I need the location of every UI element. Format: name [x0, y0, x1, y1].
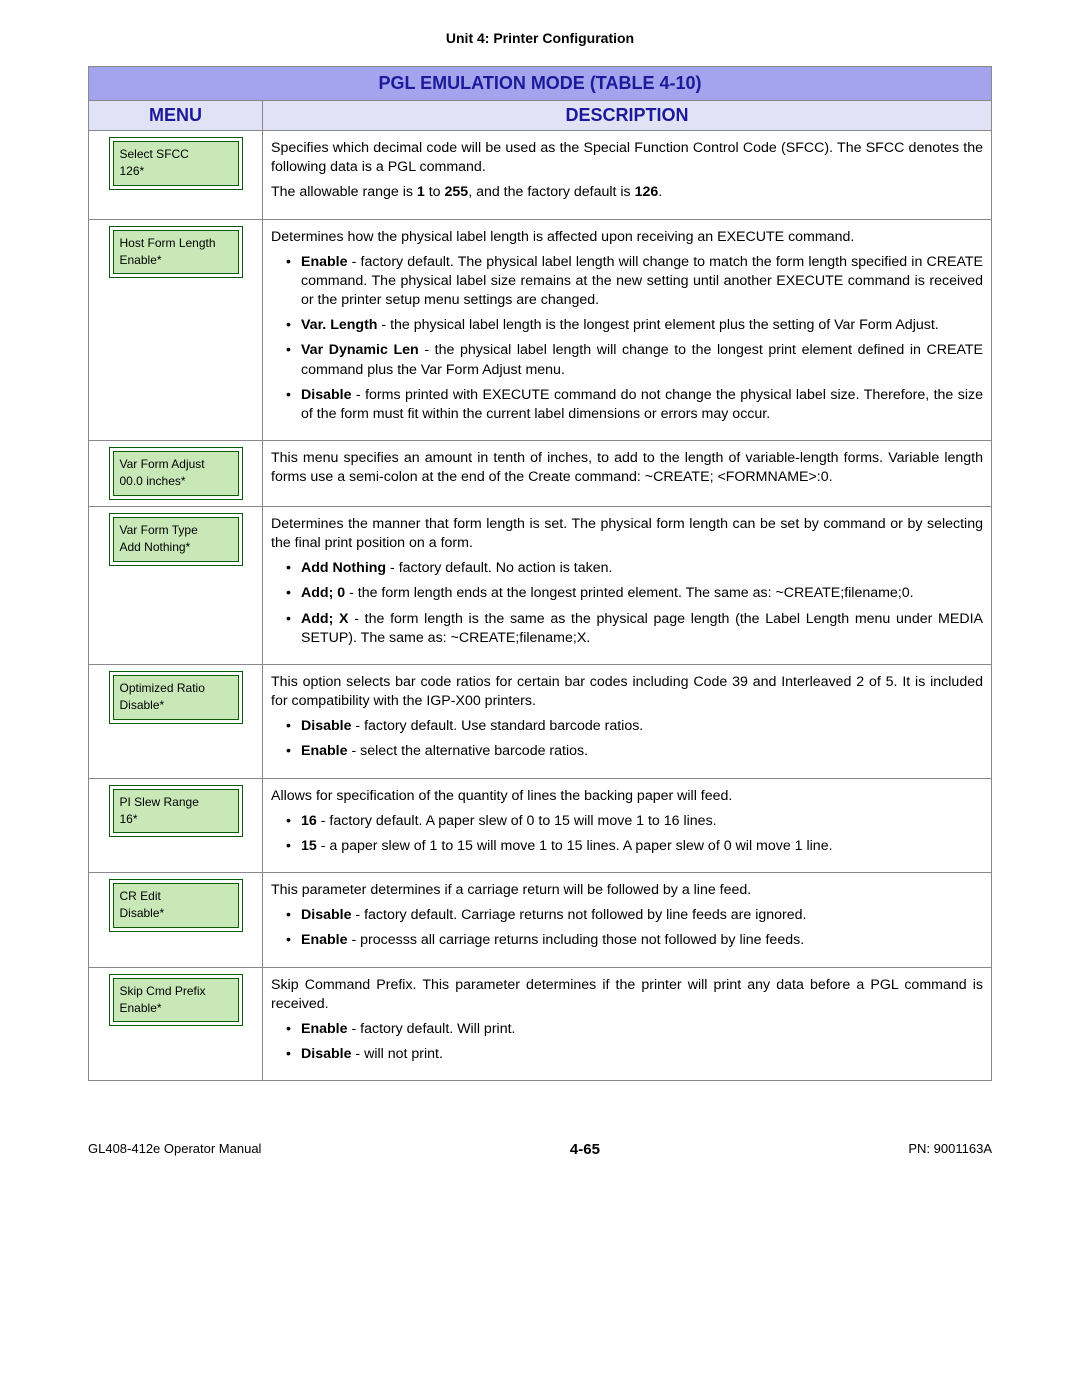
desc-bullet: 15 - a paper slew of 1 to 15 will move 1… [301, 837, 983, 856]
menu-item-value: Disable* [120, 905, 232, 922]
page-header: Unit 4: Printer Configuration [88, 30, 992, 46]
menu-item-name: Optimized Ratio [120, 680, 232, 697]
desc-bullet: Enable - processs all carriage returns i… [301, 931, 983, 950]
menu-item-value: Enable* [120, 1000, 232, 1017]
desc-bullets: 16 - factory default. A paper slew of 0 … [271, 812, 983, 856]
desc-bullet: Enable - select the alternative barcode … [301, 742, 983, 761]
menu-cell: Skip Cmd PrefixEnable* [89, 967, 263, 1081]
menu-box: CR EditDisable* [109, 879, 243, 932]
desc-bullet: Add; X - the form length is the same as … [301, 610, 983, 648]
menu-item-value: 16* [120, 811, 232, 828]
menu-item-value: Enable* [120, 252, 232, 269]
desc-bullets: Add Nothing - factory default. No action… [271, 559, 983, 648]
menu-item-name: PI Slew Range [120, 794, 232, 811]
desc-bullet: Add Nothing - factory default. No action… [301, 559, 983, 578]
desc-bullets: Enable - factory default. Will print. Dis… [271, 1020, 983, 1064]
desc-bullet: 16 - factory default. A paper slew of 0 … [301, 812, 983, 831]
desc-bullet: Disable - factory default. Use standard … [301, 717, 983, 736]
desc-bullets: Disable - factory default. Carriage retu… [271, 906, 983, 950]
table-title: PGL EMULATION MODE (TABLE 4-10) [89, 67, 992, 101]
menu-box-inner: PI Slew Range16* [113, 789, 239, 834]
config-table: PGL EMULATION MODE (TABLE 4-10) MENU DES… [88, 66, 992, 1081]
menu-cell: Host Form LengthEnable* [89, 219, 263, 441]
desc-bullet: Var. Length - the physical label length … [301, 316, 983, 335]
desc-bullet: Disable - forms printed with EXECUTE com… [301, 386, 983, 424]
menu-item-name: Skip Cmd Prefix [120, 983, 232, 1000]
footer-center: 4-65 [570, 1141, 600, 1158]
desc-cell: This parameter determines if a carriage … [263, 873, 992, 968]
desc-intro: This parameter determines if a carriage … [271, 881, 983, 900]
menu-box-inner: Select SFCC126* [113, 141, 239, 186]
menu-item-name: CR Edit [120, 888, 232, 905]
menu-box: Var Form TypeAdd Nothing* [109, 513, 243, 566]
menu-box: Optimized RatioDisable* [109, 671, 243, 724]
menu-box: Select SFCC126* [109, 137, 243, 190]
menu-item-name: Host Form Length [120, 235, 232, 252]
menu-box: Host Form LengthEnable* [109, 226, 243, 279]
menu-box-inner: Skip Cmd PrefixEnable* [113, 978, 239, 1023]
menu-box-inner: Var Form TypeAdd Nothing* [113, 517, 239, 562]
desc-bullet: Disable - will not print. [301, 1045, 983, 1064]
footer-right: PN: 9001163A [908, 1141, 992, 1158]
menu-item-value: 00.0 inches* [120, 473, 232, 490]
menu-box: Skip Cmd PrefixEnable* [109, 974, 243, 1027]
menu-box-inner: Var Form Adjust00.0 inches* [113, 451, 239, 496]
menu-cell: Var Form Adjust00.0 inches* [89, 441, 263, 507]
col-menu-header: MENU [89, 101, 263, 131]
desc-bullet: Enable - factory default. The physical l… [301, 253, 983, 311]
menu-item-name: Var Form Type [120, 522, 232, 539]
desc-bullet: Enable - factory default. Will print. [301, 1020, 983, 1039]
desc-intro: Determines how the physical label length… [271, 228, 983, 247]
menu-item-value: Disable* [120, 697, 232, 714]
menu-cell: Var Form TypeAdd Nothing* [89, 506, 263, 664]
desc-bullet: Disable - factory default. Carriage retu… [301, 906, 983, 925]
menu-box-inner: Host Form LengthEnable* [113, 230, 239, 275]
desc-bullet: Var Dynamic Len - the physical label len… [301, 341, 983, 379]
desc-intro: This menu specifies an amount in tenth o… [271, 449, 983, 487]
desc-cell: This menu specifies an amount in tenth o… [263, 441, 992, 507]
desc-bullets: Disable - factory default. Use standard … [271, 717, 983, 761]
desc-intro: Determines the manner that form length i… [271, 515, 983, 553]
menu-box: PI Slew Range16* [109, 785, 243, 838]
desc-cell: Skip Command Prefix. This parameter dete… [263, 967, 992, 1081]
desc-cell: Specifies which decimal code will be use… [263, 131, 992, 220]
desc-intro: Specifies which decimal code will be use… [271, 139, 983, 177]
menu-cell: CR EditDisable* [89, 873, 263, 968]
desc-cell: Determines the manner that form length i… [263, 506, 992, 664]
desc-extra: The allowable range is 1 to 255, and the… [271, 183, 983, 202]
menu-cell: Select SFCC126* [89, 131, 263, 220]
desc-intro: This option selects bar code ratios for … [271, 673, 983, 711]
col-desc-header: DESCRIPTION [263, 101, 992, 131]
desc-intro: Skip Command Prefix. This parameter dete… [271, 976, 983, 1014]
desc-bullet: Add; 0 - the form length ends at the lon… [301, 584, 983, 603]
menu-box-inner: CR EditDisable* [113, 883, 239, 928]
menu-cell: Optimized RatioDisable* [89, 664, 263, 778]
menu-item-value: 126* [120, 163, 232, 180]
menu-item-name: Select SFCC [120, 146, 232, 163]
desc-cell: Determines how the physical label length… [263, 219, 992, 441]
desc-bullets: Enable - factory default. The physical l… [271, 253, 983, 424]
footer-left: GL408-412e Operator Manual [88, 1141, 261, 1158]
menu-item-value: Add Nothing* [120, 539, 232, 556]
desc-intro: Allows for specification of the quantity… [271, 787, 983, 806]
menu-box: Var Form Adjust00.0 inches* [109, 447, 243, 500]
menu-cell: PI Slew Range16* [89, 778, 263, 873]
desc-cell: This option selects bar code ratios for … [263, 664, 992, 778]
desc-cell: Allows for specification of the quantity… [263, 778, 992, 873]
menu-box-inner: Optimized RatioDisable* [113, 675, 239, 720]
page-footer: GL408-412e Operator Manual 4-65 PN: 9001… [88, 1141, 992, 1158]
menu-item-name: Var Form Adjust [120, 456, 232, 473]
